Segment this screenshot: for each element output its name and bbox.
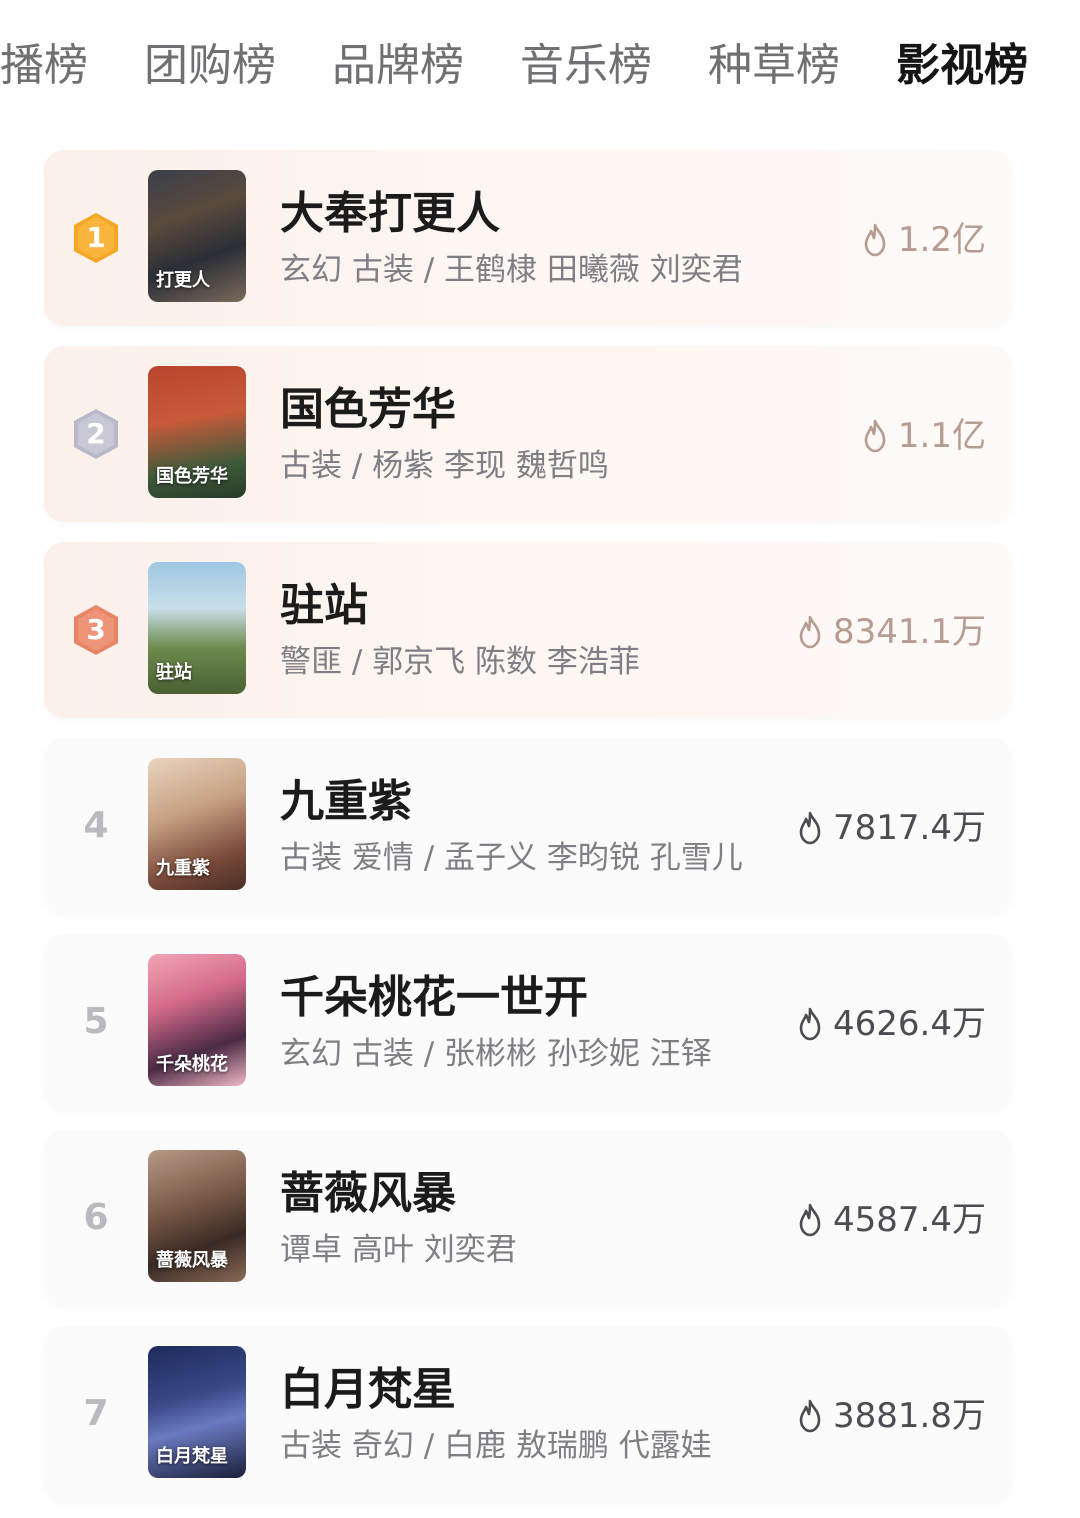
poster-title: 国色芳华 [156, 466, 228, 487]
tab-brand[interactable]: 品牌榜 [332, 30, 464, 102]
heat-number: 4626.4万 [833, 1004, 986, 1044]
flame-icon [799, 811, 821, 845]
poster-image[interactable]: 打更人 [148, 170, 246, 302]
flame-icon [799, 1203, 821, 1237]
ranking-item[interactable]: 3 驻站 驻站 警匪 / 郭京飞 陈数 李浩菲 8341.1万 [44, 542, 1012, 718]
poster-title: 蔷薇风暴 [156, 1250, 228, 1271]
poster-title: 打更人 [156, 270, 210, 291]
heat-value: 1.1亿 [860, 414, 986, 458]
heat-number: 1.1亿 [897, 416, 986, 456]
heat-value: 8341.1万 [795, 610, 986, 654]
silver-rank-badge: 2 [72, 408, 120, 460]
show-meta: 谭卓 高叶 刘奕君 [280, 1232, 517, 1268]
heat-number: 3881.8万 [833, 1396, 986, 1436]
heat-number: 7817.4万 [833, 808, 986, 848]
poster-image[interactable]: 国色芳华 [148, 366, 246, 498]
poster-image[interactable]: 驻站 [148, 562, 246, 694]
rank-number: 5 [83, 1001, 109, 1042]
heat-number: 1.2亿 [897, 220, 986, 260]
heat-value: 4626.4万 [795, 1002, 986, 1046]
show-meta: 玄幻 古装 / 王鹤棣 田曦薇 刘奕君 [280, 252, 743, 288]
ranking-item[interactable]: 5 千朵桃花 千朵桃花一世开 玄幻 古装 / 张彬彬 孙珍妮 汪铎 4626.4… [44, 934, 1012, 1110]
poster-title: 千朵桃花 [156, 1054, 228, 1075]
poster-image[interactable]: 九重紫 [148, 758, 246, 890]
heat-number: 4587.4万 [833, 1200, 986, 1240]
show-title[interactable]: 大奉打更人 [280, 186, 500, 242]
poster-image[interactable]: 蔷薇风暴 [148, 1150, 246, 1282]
poster-title: 九重紫 [156, 858, 210, 879]
heat-number: 8341.1万 [833, 612, 986, 652]
rank-number: 3 [86, 613, 106, 646]
heat-value: 4587.4万 [795, 1198, 986, 1242]
rank-number: 7 [83, 1393, 109, 1434]
tab-recommend[interactable]: 种草榜 [708, 30, 840, 102]
rank-number: 6 [83, 1197, 109, 1238]
poster-image[interactable]: 白月梵星 [148, 1346, 246, 1478]
poster-title: 驻站 [156, 662, 192, 683]
flame-icon [799, 615, 821, 649]
rank-number: 2 [86, 417, 106, 450]
tab-0[interactable]: 播榜 [0, 30, 88, 102]
show-title[interactable]: 九重紫 [280, 774, 412, 830]
flame-icon [864, 419, 886, 453]
show-title[interactable]: 驻站 [280, 578, 368, 634]
ranking-item[interactable]: 7 白月梵星 白月梵星 古装 奇幻 / 白鹿 敖瑞鹏 代露娃 3881.8万 [44, 1326, 1012, 1502]
show-title[interactable]: 国色芳华 [280, 382, 456, 438]
rank-number: 1 [86, 221, 106, 254]
poster-title: 白月梵星 [156, 1446, 228, 1467]
rank-number: 4 [83, 805, 109, 846]
tab-music[interactable]: 音乐榜 [520, 30, 652, 102]
flame-icon [864, 223, 886, 257]
flame-icon [799, 1007, 821, 1041]
category-tabs: 播榜 团购榜 品牌榜 音乐榜 种草榜 影视榜 [0, 30, 1080, 110]
ranking-item[interactable]: 6 蔷薇风暴 蔷薇风暴 谭卓 高叶 刘奕君 4587.4万 [44, 1130, 1012, 1306]
tab-film-tv[interactable]: 影视榜 [896, 30, 1028, 102]
show-title[interactable]: 蔷薇风暴 [280, 1166, 456, 1222]
tab-group-buy[interactable]: 团购榜 [144, 30, 276, 102]
poster-image[interactable]: 千朵桃花 [148, 954, 246, 1086]
heat-value: 7817.4万 [795, 806, 986, 850]
show-title[interactable]: 白月梵星 [280, 1362, 456, 1418]
show-title[interactable]: 千朵桃花一世开 [280, 970, 588, 1026]
heat-value: 3881.8万 [795, 1394, 986, 1438]
heat-value: 1.2亿 [860, 218, 986, 262]
ranking-item[interactable]: 4 九重紫 九重紫 古装 爱情 / 孟子义 李昀锐 孔雪儿 7817.4万 [44, 738, 1012, 914]
ranking-item[interactable]: 2 国色芳华 国色芳华 古装 / 杨紫 李现 魏哲鸣 1.1亿 [44, 346, 1012, 522]
show-meta: 古装 / 杨紫 李现 魏哲鸣 [280, 448, 609, 484]
gold-rank-badge: 1 [72, 212, 120, 264]
show-meta: 古装 爱情 / 孟子义 李昀锐 孔雪儿 [280, 840, 743, 876]
show-meta: 古装 奇幻 / 白鹿 敖瑞鹏 代露娃 [280, 1428, 712, 1464]
show-meta: 玄幻 古装 / 张彬彬 孙珍妮 汪铎 [280, 1036, 712, 1072]
flame-icon [799, 1399, 821, 1433]
bronze-rank-badge: 3 [72, 604, 120, 656]
ranking-item[interactable]: 1 打更人 大奉打更人 玄幻 古装 / 王鹤棣 田曦薇 刘奕君 1.2亿 [44, 150, 1012, 326]
show-meta: 警匪 / 郭京飞 陈数 李浩菲 [280, 644, 640, 680]
